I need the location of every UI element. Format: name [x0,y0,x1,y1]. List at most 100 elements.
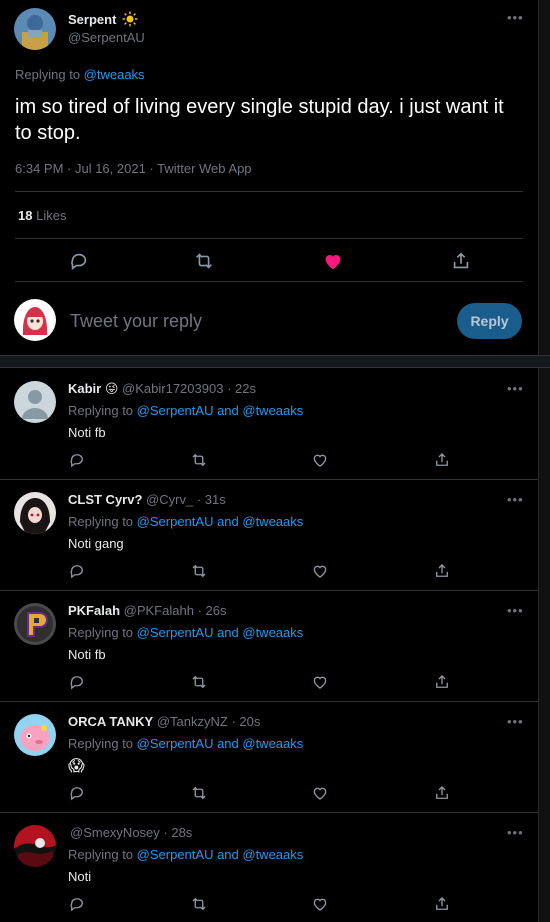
replying-prefix: Replying to [68,403,134,418]
reply-icon[interactable] [68,784,86,802]
user-avatar[interactable] [14,299,56,341]
reply-tweet[interactable]: PKFalah @PKFalahh · 26s ••• Replying to … [0,591,538,702]
retweet-icon[interactable] [190,673,208,691]
like-icon[interactable] [311,451,329,469]
more-icon[interactable]: ••• [507,825,524,840]
reply-button[interactable]: Reply [457,303,522,339]
section-divider [0,355,550,368]
reply-actions [0,673,538,697]
share-icon[interactable] [433,895,451,913]
reply-author-handle[interactable]: @SmexyNosey [70,825,160,840]
reply-icon[interactable] [68,673,86,691]
share-icon[interactable] [433,673,451,691]
replying-to-link[interactable]: @tweaaks [84,67,145,82]
reply-actions [0,451,538,475]
share-icon[interactable] [433,451,451,469]
replying-prefix: Replying to [68,625,134,640]
replying-prefix: Replying to [68,736,134,751]
like-icon[interactable] [311,895,329,913]
more-icon[interactable]: ••• [507,603,524,618]
more-icon[interactable]: ••• [507,381,524,396]
retweet-icon[interactable] [193,250,215,272]
replying-to: Replying to @SerpentAU and @tweaaks [68,403,303,418]
main-tweet: Serpent @SerpentAU ••• Replying to @twea… [0,0,538,355]
reply-icon[interactable] [68,451,86,469]
author-name[interactable]: Serpent [68,11,138,27]
divider [15,191,523,192]
reply-author-name[interactable]: Kabir [68,381,101,396]
author-handle[interactable]: @SerpentAU [68,30,145,45]
more-icon[interactable]: ••• [507,492,524,507]
reply-header: ORCA TANKY @TankzyNZ · 20s [68,714,260,729]
reply-tweet[interactable]: Kabir 😜 @Kabir17203903 · 22s ••• Replyin… [0,369,538,480]
scrollbar[interactable] [538,0,550,922]
more-icon[interactable]: ••• [507,714,524,729]
likes-count[interactable]: 18 Likes [18,208,66,223]
reply-icon[interactable] [68,562,86,580]
reply-icon[interactable] [68,250,90,272]
reply-tweet[interactable]: CLST Cyrv? @Cyrv_ · 31s ••• Replying to … [0,480,538,591]
reply-author-handle[interactable]: @Cyrv_ [146,492,193,507]
tweet-text: im so tired of living every single stupi… [15,96,504,144]
avatar[interactable] [14,381,56,423]
reply-author-handle[interactable]: @PKFalahh [124,603,194,618]
reply-author-name[interactable]: PKFalah [68,603,120,618]
replying-to-link[interactable]: @SerpentAU and @tweaaks [137,847,304,862]
reply-text: Noti [68,869,92,884]
replying-to: Replying to @SerpentAU and @tweaaks [68,847,303,862]
reply-actions [0,784,538,808]
reply-tweet[interactable]: @SmexyNosey · 28s ••• Replying to @Serpe… [0,813,538,922]
retweet-icon[interactable] [190,451,208,469]
share-icon[interactable] [450,250,472,272]
retweet-icon[interactable] [190,784,208,802]
replying-to: Replying to @SerpentAU and @tweaaks [68,514,303,529]
replying-to: Replying to @SerpentAU and @tweaaks [68,736,303,751]
reply-icon[interactable] [68,895,86,913]
avatar[interactable] [14,492,56,534]
reply-text: Noti fb [68,425,106,440]
replying-to-link[interactable]: @SerpentAU and @tweaaks [137,403,304,418]
reply-author-handle[interactable]: @Kabir17203903 [122,381,223,396]
more-icon[interactable]: ••• [507,10,524,25]
avatar[interactable] [14,825,56,867]
share-icon[interactable] [433,784,451,802]
likes-label: Likes [36,208,67,223]
like-icon[interactable] [322,250,344,272]
author-avatar[interactable] [14,8,56,50]
reply-header: CLST Cyrv? @Cyrv_ · 31s [68,492,226,507]
reply-text: Noti fb [68,647,106,662]
like-icon[interactable] [311,562,329,580]
reply-time[interactable]: · 26s [198,603,227,618]
reply-time[interactable]: · 20s [231,714,260,729]
sun-icon [122,11,138,27]
emoji: 😜 [104,381,119,396]
replying-to: Replying to @SerpentAU and @tweaaks [68,625,303,640]
reply-actions [0,562,538,586]
retweet-icon[interactable] [190,895,208,913]
reply-composer: Tweet your reply Reply [0,281,538,357]
replying-to-link[interactable]: @SerpentAU and @tweaaks [137,736,304,751]
like-icon[interactable] [311,784,329,802]
reply-text: 😱 [68,758,85,775]
reply-author-handle[interactable]: @TankzyNZ [157,714,228,729]
reply-input[interactable]: Tweet your reply [70,311,202,332]
avatar[interactable] [14,603,56,645]
tweet-meta[interactable]: 6:34 PM · Jul 16, 2021 · Twitter Web App [15,161,252,176]
replying-prefix: Replying to [68,514,134,529]
reply-actions [0,895,538,919]
replying-to-link[interactable]: @SerpentAU and @tweaaks [137,625,304,640]
reply-time[interactable]: · 31s [197,492,226,507]
retweet-icon[interactable] [190,562,208,580]
reply-time[interactable]: · 28s [163,825,192,840]
share-icon[interactable] [433,562,451,580]
reply-time[interactable]: · 22s [227,381,256,396]
reply-author-name[interactable]: CLST Cyrv? [68,492,142,507]
reply-header: @SmexyNosey · 28s [68,825,192,840]
replying-prefix: Replying to [15,67,81,82]
replying-prefix: Replying to [68,847,134,862]
reply-tweet[interactable]: ORCA TANKY @TankzyNZ · 20s ••• Replying … [0,702,538,813]
reply-author-name[interactable]: ORCA TANKY [68,714,153,729]
like-icon[interactable] [311,673,329,691]
avatar[interactable] [14,714,56,756]
replying-to-link[interactable]: @SerpentAU and @tweaaks [137,514,304,529]
